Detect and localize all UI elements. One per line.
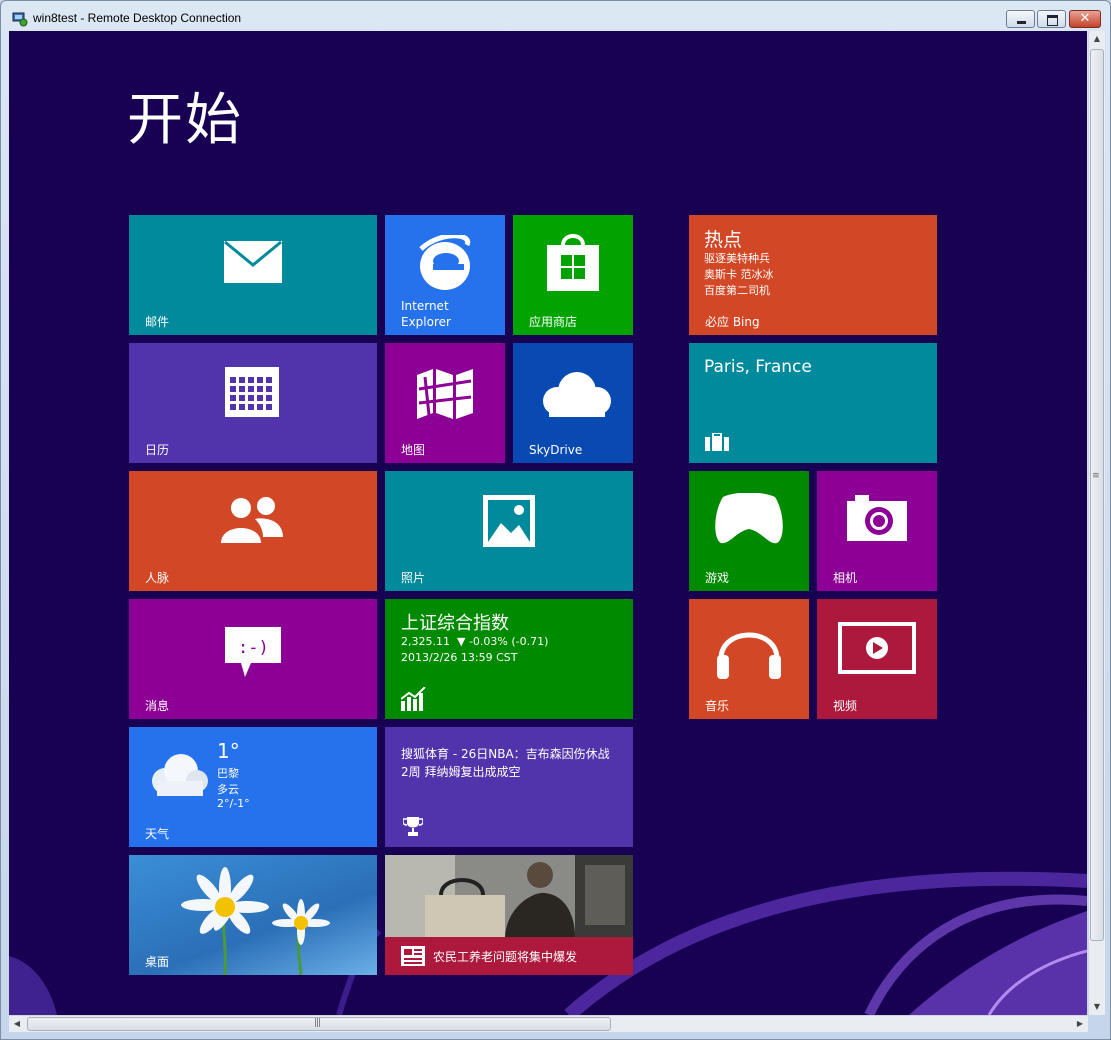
- close-icon: ✕: [1079, 11, 1091, 26]
- finance-heading: 上证综合指数: [401, 613, 509, 634]
- scroll-right-arrow[interactable]: ▶: [1072, 1016, 1088, 1032]
- title-bar[interactable]: win8test - Remote Desktop Connection ✕: [1, 1, 1110, 35]
- tile-camera-label: 相机: [833, 571, 858, 585]
- tile-music[interactable]: 音乐: [689, 599, 809, 719]
- tile-skydrive[interactable]: SkyDrive: [513, 343, 633, 463]
- close-button[interactable]: ✕: [1069, 10, 1101, 28]
- tile-ie-label-line1: Internet: [401, 299, 449, 313]
- mail-icon: [224, 241, 282, 283]
- minimize-button[interactable]: [1006, 10, 1035, 28]
- maximize-button[interactable]: [1037, 10, 1066, 28]
- tile-people[interactable]: 人脉: [129, 471, 377, 591]
- svg-text::-): :-): [238, 638, 269, 658]
- travel-heading: Paris, France: [704, 357, 812, 377]
- tile-skydrive-label: SkyDrive: [529, 443, 583, 457]
- news-caption-bar: 农民工养老问题将集中爆发: [385, 937, 633, 975]
- tile-travel[interactable]: Paris, France: [689, 343, 937, 463]
- vertical-scroll-thumb[interactable]: [1090, 49, 1104, 941]
- bing-heading: 热点: [704, 229, 743, 251]
- cloud-icon: [543, 372, 611, 417]
- sports-headline-line1: 搜狐体育 - 26日NBA：吉布森因伤休战: [401, 747, 610, 761]
- horizontal-grip-icon: |||: [314, 1018, 321, 1028]
- tile-games-label: 游戏: [705, 571, 730, 585]
- tile-bing-label: 必应 Bing: [705, 315, 760, 329]
- tile-ie-label: Internet Explorer: [401, 298, 451, 330]
- finance-value: 2,325.11: [401, 635, 450, 648]
- chart-icon: [401, 687, 426, 711]
- start-title: 开始: [127, 88, 243, 153]
- tile-desktop-label: 桌面: [145, 955, 170, 969]
- scroll-up-arrow[interactable]: ▲: [1089, 31, 1105, 47]
- tile-weather[interactable]: 1° 巴黎 多云 2°/-1° 天气: [129, 727, 377, 847]
- tile-games[interactable]: 游戏: [689, 471, 809, 591]
- scroll-left-arrow[interactable]: ◀: [9, 1016, 25, 1032]
- vertical-grip-icon: ≡: [1092, 471, 1099, 481]
- tile-photos[interactable]: 照片: [385, 471, 633, 591]
- tile-desktop[interactable]: 桌面: [129, 855, 377, 975]
- tile-store[interactable]: 应用商店: [513, 215, 633, 335]
- maps-icon: [417, 369, 473, 419]
- calendar-icon: [225, 367, 279, 417]
- suitcase-icon: [705, 433, 729, 451]
- tile-music-label: 音乐: [705, 699, 730, 713]
- tile-store-label: 应用商店: [529, 315, 578, 329]
- bing-item: 奥斯卡 范冰冰: [704, 268, 774, 281]
- finance-value-row: 2,325.11 ▼ -0.03% (-0.71): [401, 635, 548, 648]
- photo-icon: [483, 495, 535, 547]
- people-icon: [221, 497, 283, 543]
- tile-video[interactable]: 视频: [817, 599, 937, 719]
- tile-messaging-label: 消息: [145, 699, 170, 713]
- window-title: win8test - Remote Desktop Connection: [33, 11, 242, 25]
- minimize-icon: [1007, 11, 1034, 27]
- weather-temp: 1°: [217, 739, 240, 763]
- vertical-scrollbar[interactable]: ▲ ≡ ▼: [1088, 31, 1105, 1015]
- weather-condition: 多云: [217, 783, 239, 796]
- bing-item: 百度第二司机: [704, 284, 770, 297]
- maximize-icon: [1038, 11, 1065, 27]
- trophy-icon: [403, 817, 423, 836]
- weather-city: 巴黎: [217, 767, 239, 780]
- tile-mail-label: 邮件: [145, 315, 170, 329]
- remote-desktop-icon: [12, 12, 28, 27]
- camera-icon: [847, 495, 907, 541]
- video-icon: [838, 622, 916, 674]
- store-icon: [547, 234, 599, 291]
- cloud-icon: [152, 754, 208, 796]
- finance-change: ▼ -0.03% (-0.71): [456, 635, 549, 648]
- horizontal-scrollbar[interactable]: ◀ ||| ▶: [9, 1015, 1088, 1032]
- tile-video-label: 视频: [833, 699, 858, 713]
- rdp-window: win8test - Remote Desktop Connection ✕ 开…: [0, 0, 1111, 1040]
- sports-headline-line2: 2周 拜纳姆复出成成空: [401, 765, 521, 779]
- xbox-controller-icon: [715, 493, 783, 544]
- news-icon: [401, 946, 425, 966]
- scroll-down-arrow[interactable]: ▼: [1089, 999, 1105, 1015]
- tile-maps[interactable]: 地图: [385, 343, 505, 463]
- headphones-icon: [717, 632, 781, 679]
- tile-camera[interactable]: 相机: [817, 471, 937, 591]
- tile-sports[interactable]: 搜狐体育 - 26日NBA：吉布森因伤休战 2周 拜纳姆复出成成空: [385, 727, 633, 847]
- tile-weather-label: 天气: [145, 827, 170, 841]
- tile-messaging[interactable]: :-) 消息: [129, 599, 377, 719]
- tile-photos-label: 照片: [401, 571, 426, 585]
- finance-timestamp: 2013/2/26 13:59 CST: [401, 651, 518, 664]
- tile-mail[interactable]: 邮件: [129, 215, 377, 335]
- internet-explorer-icon: [419, 235, 471, 290]
- tile-calendar-label: 日历: [145, 443, 170, 457]
- tile-bing[interactable]: 热点 驱逐美特种兵 奥斯卡 范冰冰 百度第二司机 必应 Bing: [689, 215, 937, 335]
- weather-range: 2°/-1°: [217, 797, 250, 810]
- tile-maps-label: 地图: [401, 443, 426, 457]
- chat-bubble-icon: :-): [225, 627, 281, 677]
- tile-internet-explorer[interactable]: Internet Explorer: [385, 215, 505, 335]
- tile-ie-label-line2: Explorer: [401, 315, 451, 329]
- news-photo: [385, 855, 633, 937]
- remote-screen[interactable]: 开始 邮件 Internet Explorer 应用商店 热点 驱逐美特种兵 奥…: [9, 31, 1087, 1015]
- tile-calendar[interactable]: 日历: [129, 343, 377, 463]
- bing-item: 驱逐美特种兵: [704, 252, 770, 265]
- news-headline: 农民工养老问题将集中爆发: [433, 950, 578, 964]
- tile-news[interactable]: 农民工养老问题将集中爆发: [385, 855, 633, 975]
- tile-people-label: 人脉: [145, 571, 170, 585]
- tile-finance[interactable]: 上证综合指数 2,325.11 ▼ -0.03% (-0.71) 2013/2/…: [385, 599, 633, 719]
